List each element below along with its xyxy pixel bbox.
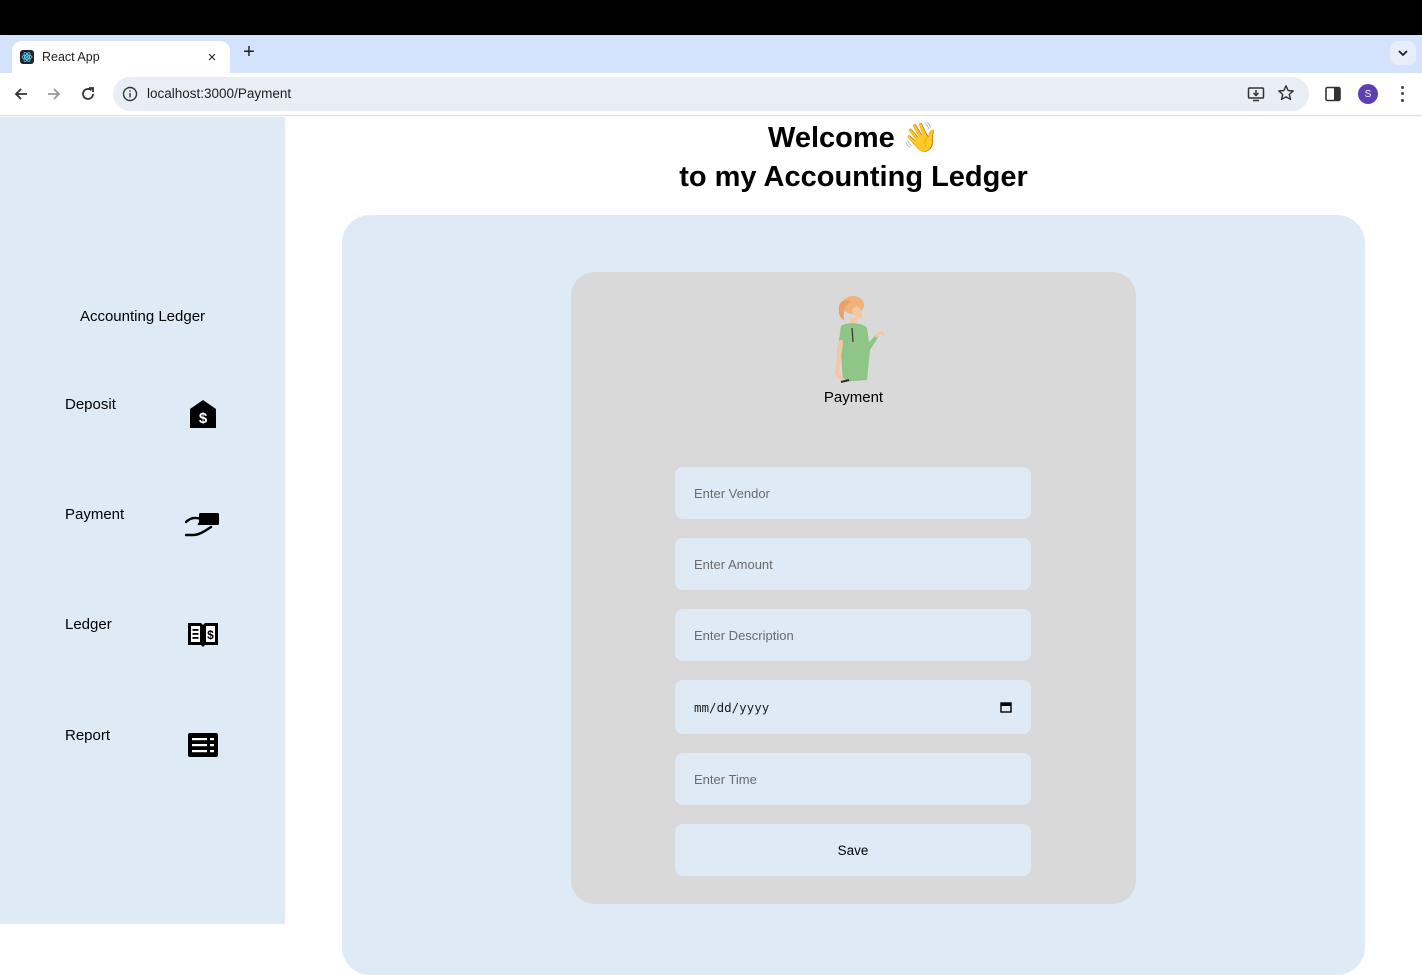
browser-tab[interactable]: React App ×: [12, 41, 230, 73]
page-title-line1: Welcome 👋: [768, 122, 939, 154]
sidebar-brand: Accounting Ledger: [79, 308, 206, 325]
profile-avatar[interactable]: S: [1358, 84, 1378, 104]
tab-search-button[interactable]: [1390, 41, 1416, 65]
react-logo-icon: [20, 50, 34, 64]
tab-title: React App: [42, 50, 100, 64]
address-bar[interactable]: localhost:3000/Payment: [113, 77, 1309, 111]
calendar-icon[interactable]: [1000, 701, 1012, 713]
arrow-right-icon: [48, 88, 61, 100]
person-illustration-icon: [834, 296, 885, 383]
hand-card-icon: [185, 506, 221, 542]
sidebar-item-label: Payment: [65, 506, 125, 523]
browser-menu-icon[interactable]: [1394, 84, 1410, 104]
date-input[interactable]: mm/dd/yyyy: [675, 680, 1031, 734]
back-button[interactable]: [10, 83, 32, 105]
page-title: Welcome 👋 to my Accounting Ledger: [285, 119, 1422, 197]
date-input-value: mm/dd/yyyy: [694, 699, 770, 715]
os-top-bar: [0, 0, 1422, 35]
close-tab-icon[interactable]: ×: [204, 49, 220, 66]
forward-button[interactable]: [43, 83, 65, 105]
new-tab-button[interactable]: +: [240, 42, 258, 62]
svg-text:$: $: [207, 628, 214, 642]
time-input[interactable]: [675, 753, 1031, 805]
page-title-line2: to my Accounting Ledger: [679, 161, 1028, 193]
payment-form-card: Payment mm/dd/yyyy Save: [571, 272, 1136, 904]
vendor-input[interactable]: [675, 467, 1031, 519]
sidebar: Accounting Ledger Deposit $ Payment Ledg…: [0, 117, 285, 924]
side-panel-icon[interactable]: [1324, 85, 1342, 103]
sidebar-item-ledger[interactable]: Ledger $: [65, 616, 225, 656]
url-text[interactable]: localhost:3000/Payment: [147, 86, 291, 101]
amount-input[interactable]: [675, 538, 1031, 590]
save-button[interactable]: Save: [675, 824, 1031, 876]
reload-icon: [82, 87, 94, 100]
sidebar-item-deposit[interactable]: Deposit $: [65, 396, 225, 436]
svg-text:$: $: [199, 410, 208, 427]
main-content: Welcome 👋 to my Accounting Ledger Paymen…: [285, 117, 1422, 975]
report-list-icon: [185, 727, 221, 763]
sidebar-item-payment[interactable]: Payment: [65, 506, 225, 546]
sidebar-item-label: Deposit: [65, 396, 116, 413]
sidebar-item-report[interactable]: Report: [65, 727, 225, 767]
house-dollar-icon: $: [185, 396, 221, 432]
content-panel: Payment mm/dd/yyyy Save: [342, 215, 1365, 975]
sidebar-item-label: Report: [65, 727, 111, 744]
form-title: Payment: [823, 389, 884, 406]
sidebar-item-label: Ledger: [65, 616, 112, 633]
description-input[interactable]: [675, 609, 1031, 661]
browser-toolbar: localhost:3000/Payment S: [0, 73, 1422, 116]
tab-strip: React App ×: [0, 35, 1422, 73]
reload-button[interactable]: [77, 83, 99, 105]
chevron-down-icon: [1398, 50, 1408, 57]
bookmark-star-icon[interactable]: [1277, 84, 1295, 102]
install-app-icon[interactable]: [1247, 85, 1265, 103]
book-dollar-icon: $: [185, 616, 221, 652]
arrow-left-icon: [14, 88, 27, 100]
site-info-icon[interactable]: [122, 86, 138, 102]
